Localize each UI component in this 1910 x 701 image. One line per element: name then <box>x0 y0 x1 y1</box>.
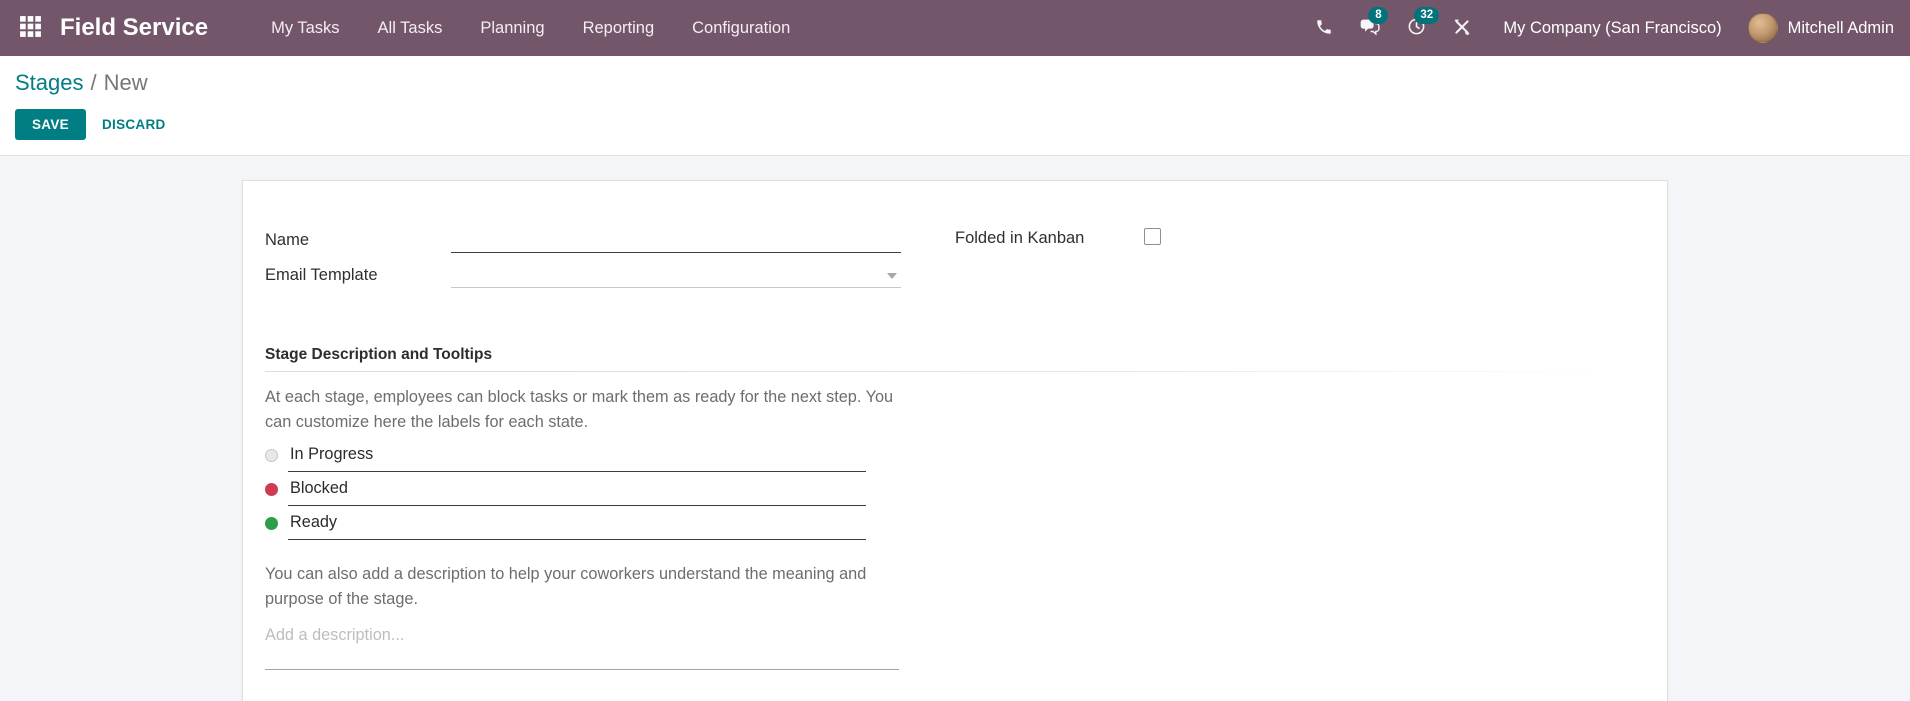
kanban-state-labels <box>265 439 1667 541</box>
email-template-label: Email Template <box>265 266 378 284</box>
in-progress-label-input[interactable] <box>288 445 866 472</box>
main-menu: My Tasks All Tasks Planning Reporting Co… <box>252 0 809 56</box>
voip-phone-button[interactable] <box>1301 0 1347 56</box>
blocked-label-input[interactable] <box>288 479 866 506</box>
stage-description-section: Stage Description and Tooltips At each s… <box>265 346 1667 670</box>
folded-in-kanban-label: Folded in Kanban <box>955 229 1085 247</box>
state-row-blocked <box>265 473 866 507</box>
section-outro-text: You can also add a description to help y… <box>265 565 867 608</box>
apps-menu-button[interactable] <box>12 0 48 56</box>
section-intro-text: At each stage, employees can block tasks… <box>265 388 894 431</box>
activities-button[interactable]: 32 <box>1393 0 1440 56</box>
nav-item-configuration[interactable]: Configuration <box>673 0 809 56</box>
control-panel: Stages / New SAVE DISCARD <box>0 56 1910 156</box>
discard-button[interactable]: DISCARD <box>102 117 166 132</box>
ready-label-input[interactable] <box>288 513 866 540</box>
description-underline <box>265 669 899 670</box>
description-input[interactable]: Add a description... <box>265 626 1667 670</box>
debug-tools-button[interactable] <box>1439 0 1485 56</box>
breadcrumb-separator: / <box>90 70 97 95</box>
phone-icon <box>1315 18 1333 39</box>
stage-form-card: Name Email Template Folded in Kanban Sta… <box>242 180 1668 701</box>
nav-item-my-tasks[interactable]: My Tasks <box>252 0 358 56</box>
nav-item-all-tasks[interactable]: All Tasks <box>359 0 462 56</box>
state-row-ready <box>265 507 866 541</box>
messages-badge: 8 <box>1368 7 1389 24</box>
name-input[interactable] <box>451 228 901 253</box>
save-button[interactable]: SAVE <box>15 109 86 140</box>
activities-badge: 32 <box>1414 7 1440 24</box>
in-progress-state-icon <box>265 449 278 462</box>
ready-state-icon <box>265 517 278 530</box>
name-field-row: Name <box>265 226 901 253</box>
user-menu[interactable]: Mitchell Admin <box>1747 13 1896 43</box>
folded-field-row: Folded in Kanban <box>955 226 1161 251</box>
folded-in-kanban-checkbox[interactable] <box>1144 228 1161 245</box>
section-heading: Stage Description and Tooltips <box>265 346 493 363</box>
nav-item-reporting[interactable]: Reporting <box>564 0 674 56</box>
chevron-down-icon[interactable] <box>887 273 897 279</box>
apps-grid-icon <box>18 14 43 42</box>
avatar <box>1747 13 1778 43</box>
breadcrumb: Stages / New <box>15 70 1910 96</box>
content-area: Name Email Template Folded in Kanban Sta… <box>0 156 1910 701</box>
state-row-in-progress <box>265 439 866 473</box>
app-title[interactable]: Field Service <box>60 14 208 42</box>
user-name: Mitchell Admin <box>1787 18 1894 37</box>
name-label: Name <box>265 231 310 249</box>
tools-icon <box>1453 18 1471 39</box>
control-panel-buttons: SAVE DISCARD <box>15 109 1910 140</box>
description-placeholder: Add a description... <box>265 626 405 644</box>
section-separator <box>265 371 1629 372</box>
nav-item-planning[interactable]: Planning <box>461 0 563 56</box>
breadcrumb-stages[interactable]: Stages <box>15 70 84 95</box>
blocked-state-icon <box>265 483 278 496</box>
email-template-input[interactable] <box>451 263 901 288</box>
breadcrumb-current: New <box>103 70 148 95</box>
email-template-field-row: Email Template <box>265 261 901 288</box>
top-navbar: Field Service My Tasks All Tasks Plannin… <box>0 0 1910 56</box>
navbar-systray: 8 32 My Company (San Francisco) Mitchell… <box>1301 0 1896 56</box>
company-switcher[interactable]: My Company (San Francisco) <box>1503 19 1721 38</box>
messages-button[interactable]: 8 <box>1347 0 1393 56</box>
